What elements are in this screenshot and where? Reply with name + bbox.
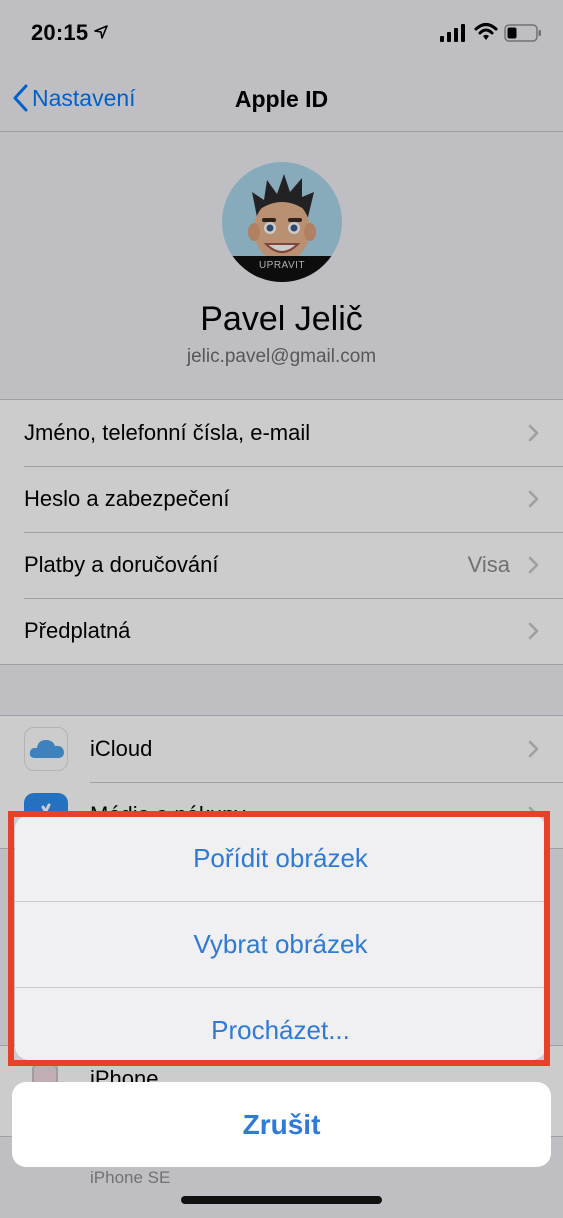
action-sheet: Pořídit obrázek Vybrat obrázek Procházet… <box>15 815 546 1060</box>
cancel-button[interactable]: Zrušit <box>12 1082 551 1167</box>
browse-button[interactable]: Procházet... <box>15 987 546 1060</box>
choose-photo-button[interactable]: Vybrat obrázek <box>15 901 546 987</box>
home-indicator[interactable] <box>181 1196 382 1204</box>
take-photo-button[interactable]: Pořídit obrázek <box>15 815 546 901</box>
